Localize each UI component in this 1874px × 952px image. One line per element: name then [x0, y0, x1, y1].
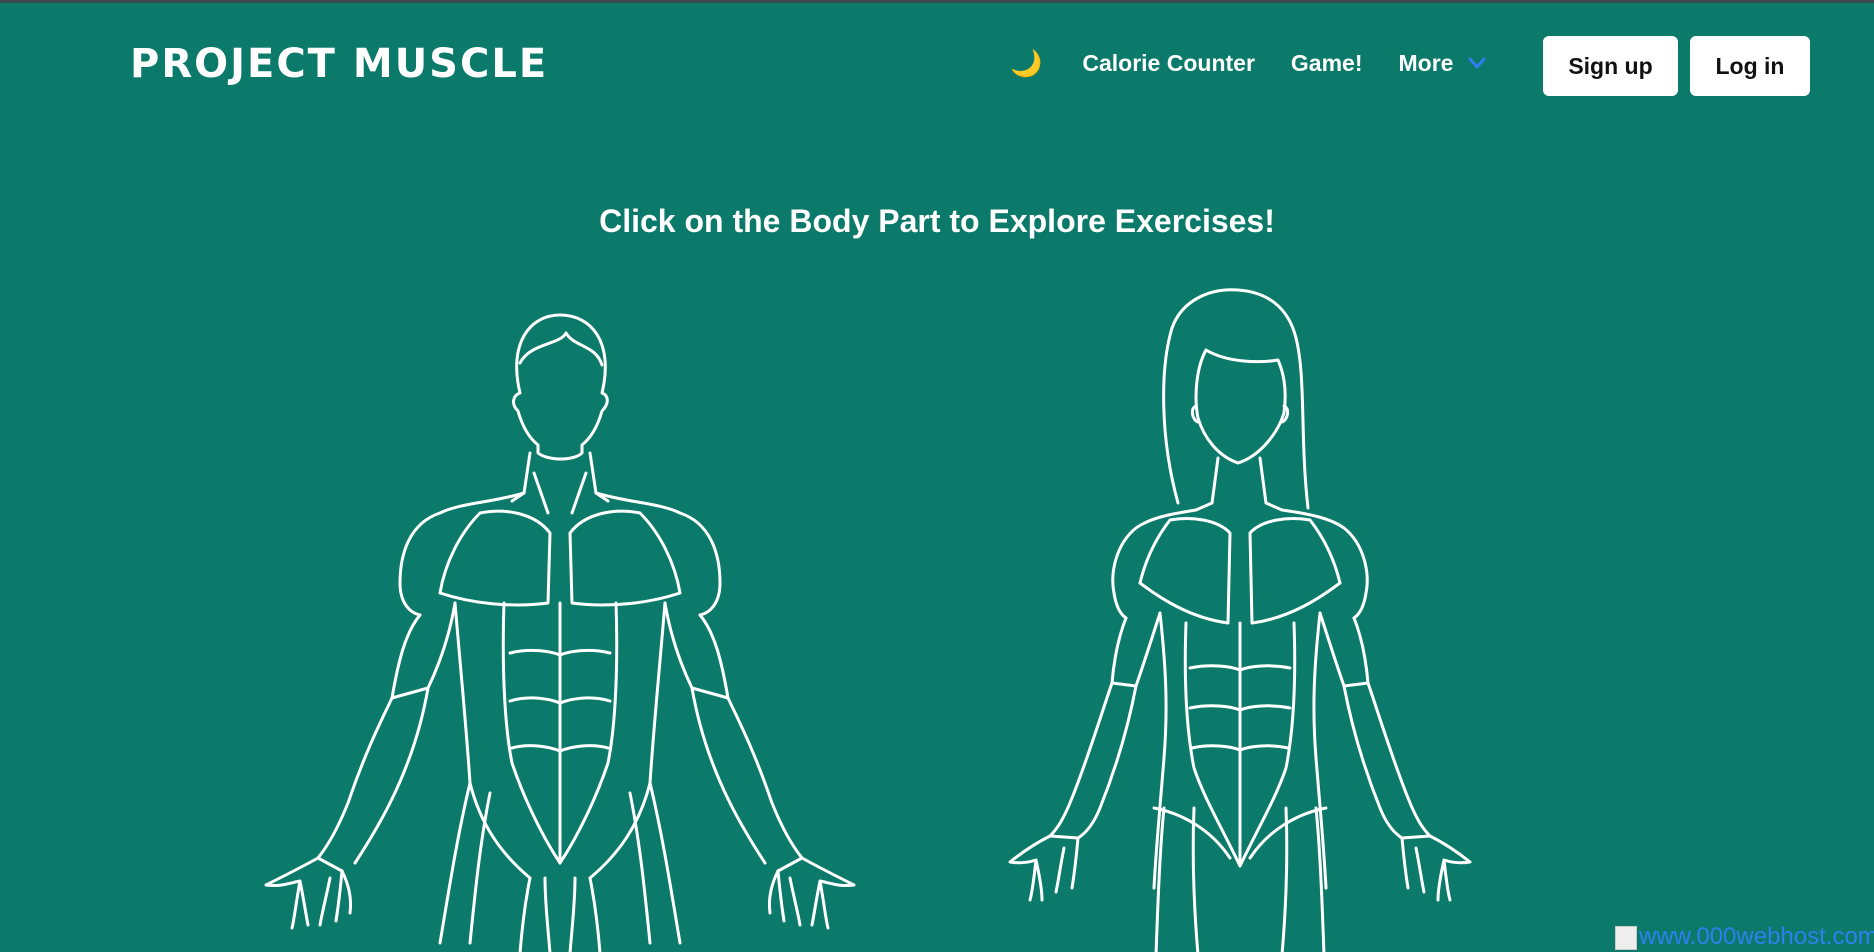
sign-up-button[interactable]: Sign up [1543, 36, 1678, 96]
female-body-outline [1008, 288, 1472, 952]
page-heading: Click on the Body Part to Explore Exerci… [599, 203, 1275, 239]
male-head[interactable] [512, 313, 609, 461]
male-chest[interactable] [438, 509, 552, 607]
moon-icon[interactable]: 🌙 [1010, 48, 1042, 79]
more-dropdown[interactable]: More [1399, 50, 1488, 77]
female-chest[interactable] [1138, 517, 1232, 625]
female-head[interactable] [1194, 348, 1287, 465]
more-label: More [1398, 49, 1454, 76]
hosting-badge[interactable]: www.000webhost.com [1615, 923, 1874, 951]
log-in-button[interactable]: Log in [1690, 36, 1810, 96]
male-body-map[interactable] [230, 303, 890, 952]
nav-menu: 🌙 Calorie Counter Game! More [1010, 33, 1487, 93]
male-body-outline [264, 313, 856, 952]
broken-image-icon [1615, 925, 1637, 950]
top-navbar: PROJECT MUSCLE 🌙 Calorie Counter Game! M… [0, 3, 1874, 133]
hosting-badge-text: www.000webhost.com [1639, 923, 1874, 950]
chevron-down-icon [1468, 57, 1486, 69]
male-left-arm[interactable] [390, 601, 457, 700]
female-neck[interactable] [1194, 456, 1284, 512]
page: PROJECT MUSCLE 🌙 Calorie Counter Game! M… [0, 0, 1874, 952]
male-right-arm[interactable] [663, 601, 730, 700]
nav-link-calorie-counter[interactable]: Calorie Counter [1082, 50, 1255, 77]
female-legs[interactable] [1154, 806, 1200, 952]
female-body-map[interactable] [960, 288, 1520, 952]
female-left-arm[interactable] [1110, 611, 1162, 688]
brand-logo[interactable]: PROJECT MUSCLE [130, 41, 548, 87]
female-right-arm[interactable] [1318, 611, 1370, 688]
female-shoulders[interactable] [1111, 508, 1198, 620]
nav-link-game[interactable]: Game! [1291, 50, 1363, 77]
